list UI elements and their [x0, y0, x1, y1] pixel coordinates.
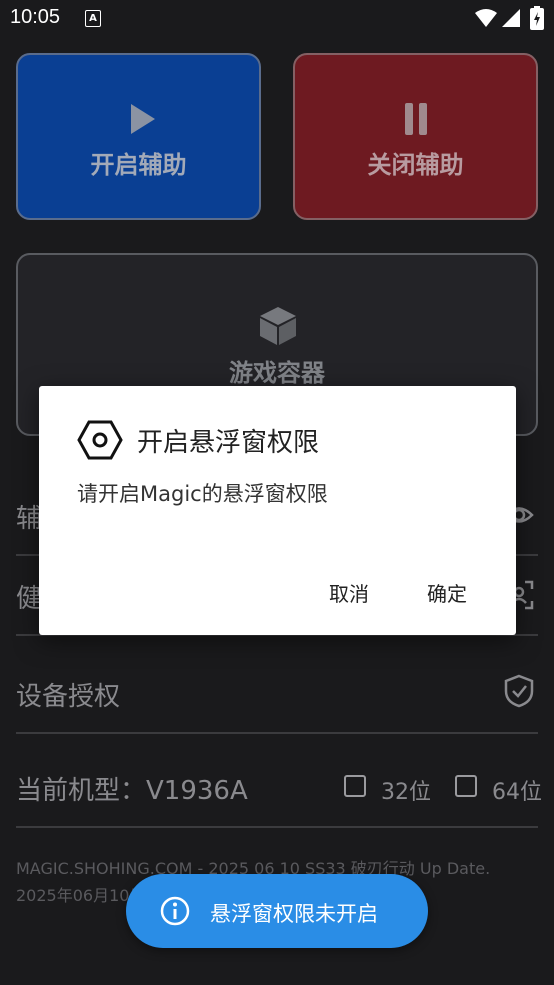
settings-nut-icon: [77, 420, 123, 460]
play-icon: [131, 104, 155, 134]
wifi-icon: [475, 9, 497, 27]
row-device-auth[interactable]: 设备授权: [16, 654, 538, 734]
cell-signal-icon: [502, 9, 520, 27]
stop-assist-button[interactable]: 关闭辅助: [293, 53, 538, 220]
battery-icon: [530, 6, 544, 30]
current-model-label: 当前机型：V1936A: [16, 776, 248, 806]
permission-dialog: 开启悬浮窗权限 请开启Magic的悬浮窗权限 取消 确定: [39, 386, 516, 635]
checkbox-32bit[interactable]: [344, 775, 366, 797]
info-icon: [160, 896, 190, 926]
checkbox-32bit-label: 32位: [381, 780, 431, 805]
dialog-title: 开启悬浮窗权限: [137, 428, 320, 458]
divider: [16, 826, 538, 828]
notification-icon: A: [85, 10, 101, 27]
game-container-label: 游戏容器: [229, 359, 325, 387]
dialog-cancel-button[interactable]: 取消: [315, 576, 383, 612]
toast-message: 悬浮窗权限未开启: [210, 902, 378, 926]
status-bar: 10:05 A: [0, 0, 554, 38]
shield-check-icon: [504, 674, 534, 708]
status-time: 10:05: [10, 6, 61, 28]
checkbox-64bit-label: 64位: [492, 780, 542, 805]
pause-icon: [405, 103, 427, 135]
row-label: 设备授权: [16, 682, 121, 712]
toast: 悬浮窗权限未开启: [126, 874, 428, 948]
stop-assist-label: 关闭辅助: [367, 151, 464, 179]
start-assist-label: 开启辅助: [90, 151, 187, 179]
start-assist-button[interactable]: 开启辅助: [16, 53, 261, 220]
checkbox-64bit[interactable]: [455, 775, 477, 797]
divider: [16, 732, 538, 734]
dialog-message: 请开启Magic的悬浮窗权限: [77, 482, 328, 506]
dialog-ok-button[interactable]: 确定: [413, 576, 481, 612]
cube-icon: [260, 307, 296, 345]
